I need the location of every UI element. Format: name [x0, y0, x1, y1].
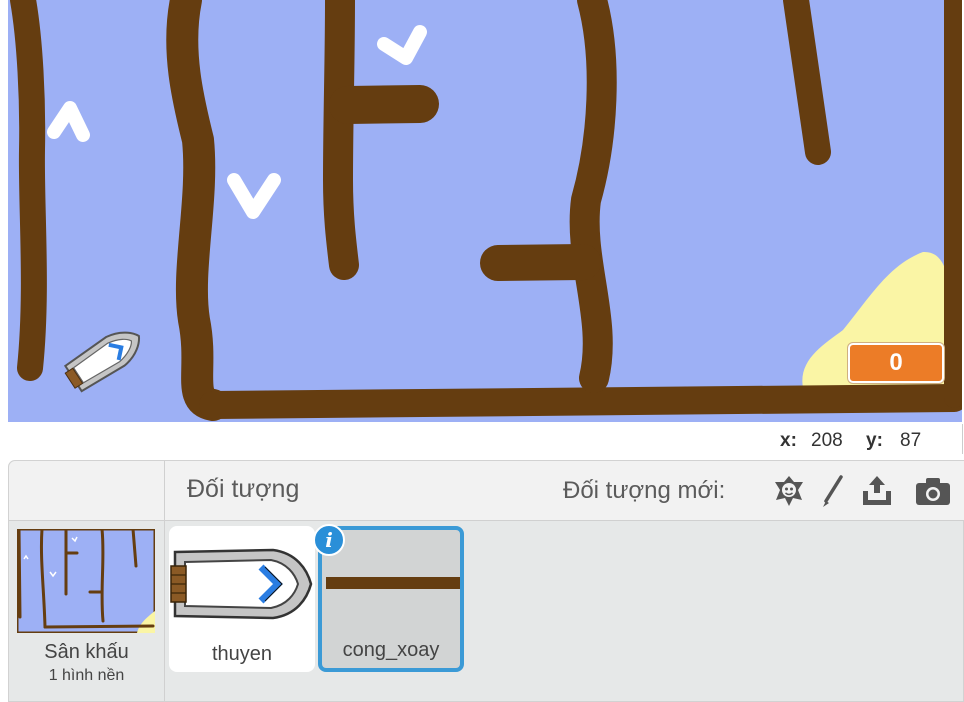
divider — [962, 424, 963, 454]
sprite-pane-title: Đối tượng — [187, 475, 300, 503]
sprite-pane-header: Đối tượng Đối tượng mới: — [165, 461, 964, 521]
stage-scene — [8, 0, 962, 422]
boat-icon — [170, 548, 313, 620]
paint-brush-icon — [823, 475, 843, 507]
sprite-tile-thuyen[interactable]: thuyen — [169, 526, 315, 672]
choose-sprite-from-library-button[interactable] — [771, 473, 807, 509]
stage-label: Sân khấu — [44, 641, 129, 663]
sprite-pane: Đối tượng Đối tượng mới: Sân khấu 1 hình… — [8, 460, 964, 702]
y-label: y: — [866, 430, 883, 451]
x-value: 208 — [811, 430, 843, 451]
sprite-library-icon — [775, 476, 803, 506]
mouse-coordinates: x: 208 y: 87 — [0, 422, 964, 460]
upload-icon — [863, 476, 891, 505]
y-value: 87 — [900, 430, 922, 451]
stage-canvas[interactable]: 0 — [8, 0, 962, 422]
paint-new-sprite-button[interactable] — [815, 473, 851, 509]
sprite-info-button[interactable]: i — [313, 524, 345, 556]
stage-thumbnail[interactable] — [15, 527, 157, 635]
new-sprite-from-camera-button[interactable] — [913, 473, 950, 509]
stage-thumbnail-image — [15, 527, 157, 635]
score-monitor: 0 — [848, 343, 944, 383]
backdrop-count: 1 hình nền — [48, 667, 125, 684]
camera-icon — [916, 478, 950, 505]
new-sprite-label: Đối tượng mới: — [563, 477, 726, 504]
sprite-name: thuyen — [211, 643, 273, 665]
sprite-name: cong_xoay — [342, 639, 440, 661]
upload-sprite-button[interactable] — [859, 473, 895, 509]
x-label: x: — [780, 430, 797, 451]
